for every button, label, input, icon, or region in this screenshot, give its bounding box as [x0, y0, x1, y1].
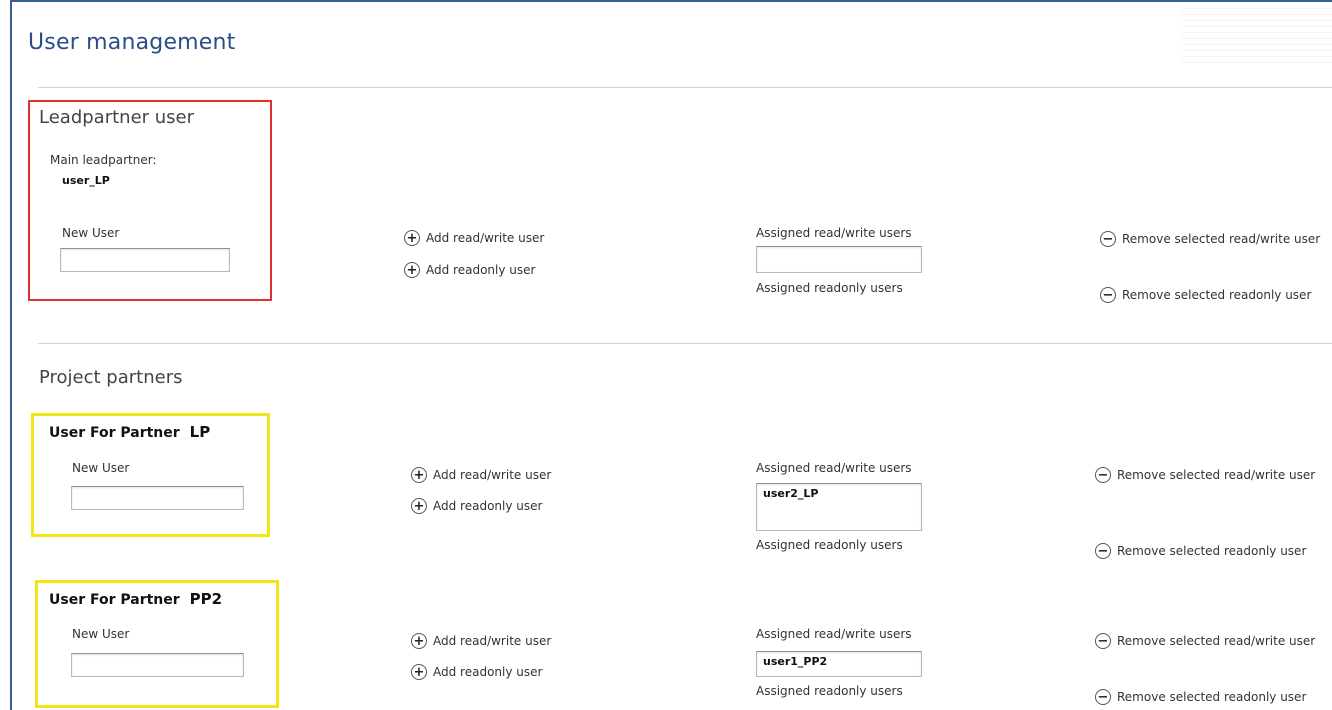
assigned-ro-label: Assigned readonly users [756, 281, 903, 295]
divider [38, 87, 1332, 88]
new-user-label: New User [72, 627, 130, 641]
leadpartner-section-title: Leadpartner user [39, 107, 195, 128]
add-rw-label: Add read/write user [433, 468, 552, 482]
remove-ro-label: Remove selected readonly user [1117, 690, 1307, 704]
main-leadpartner-label: Main leadpartner: [50, 153, 157, 167]
partner-lp-remove-rw-button[interactable]: − Remove selected read/write user [1095, 467, 1315, 483]
partner-pp2-add-ro-button[interactable]: + Add readonly user [411, 664, 542, 680]
remove-rw-label: Remove selected read/write user [1122, 232, 1321, 246]
minus-circle-icon: − [1095, 467, 1111, 483]
assigned-rw-label: Assigned read/write users [756, 226, 912, 240]
partner-pp2-new-user-input[interactable] [71, 653, 244, 677]
minus-circle-icon: − [1095, 543, 1111, 559]
partner-code: PP2 [189, 590, 223, 608]
plus-circle-icon: + [411, 498, 427, 514]
partner-heading-label: User For Partner [49, 425, 180, 441]
plus-circle-icon: + [404, 262, 420, 278]
add-ro-label: Add readonly user [433, 499, 543, 513]
list-item[interactable]: user1_PP2 [763, 655, 921, 668]
remove-rw-label: Remove selected read/write user [1117, 634, 1316, 648]
partner-lp-add-rw-button[interactable]: + Add read/write user [411, 467, 551, 483]
assigned-rw-label: Assigned read/write users [756, 627, 912, 641]
partner-lp-assigned-rw-list[interactable]: user2_LP [756, 483, 922, 531]
leadpartner-new-user-input[interactable] [60, 248, 230, 272]
leadpartner-remove-ro-button[interactable]: − Remove selected readonly user [1100, 287, 1311, 303]
add-ro-label: Add readonly user [433, 665, 543, 679]
leadpartner-remove-rw-button[interactable]: − Remove selected read/write user [1100, 231, 1320, 247]
remove-ro-label: Remove selected readonly user [1122, 288, 1312, 302]
minus-circle-icon: − [1095, 689, 1111, 705]
assigned-ro-label: Assigned readonly users [756, 684, 903, 698]
partner-code: LP [189, 423, 211, 441]
partner-lp-new-user-input[interactable] [71, 486, 244, 510]
leadpartner-assigned-rw-list[interactable] [756, 246, 922, 273]
add-rw-label: Add read/write user [433, 634, 552, 648]
partner-pp2-remove-ro-button[interactable]: − Remove selected readonly user [1095, 689, 1306, 705]
partner-pp2-assigned-rw-list[interactable]: user1_PP2 [756, 651, 922, 677]
decorative-pattern [1182, 8, 1332, 68]
partner-heading: User For Partner PP2 [49, 590, 222, 608]
minus-circle-icon: − [1100, 287, 1116, 303]
plus-circle-icon: + [404, 230, 420, 246]
partner-lp-remove-ro-button[interactable]: − Remove selected readonly user [1095, 543, 1306, 559]
partner-heading-label: User For Partner [49, 592, 180, 608]
plus-circle-icon: + [411, 633, 427, 649]
partner-pp2-add-rw-button[interactable]: + Add read/write user [411, 633, 551, 649]
plus-circle-icon: + [411, 664, 427, 680]
divider [38, 343, 1332, 344]
minus-circle-icon: − [1100, 231, 1116, 247]
remove-rw-label: Remove selected read/write user [1117, 468, 1316, 482]
plus-circle-icon: + [411, 467, 427, 483]
assigned-ro-label: Assigned readonly users [756, 538, 903, 552]
partner-heading: User For Partner LP [49, 423, 210, 441]
leadpartner-add-ro-button[interactable]: + Add readonly user [404, 262, 535, 278]
remove-ro-label: Remove selected readonly user [1117, 544, 1307, 558]
main-leadpartner-user: user_LP [62, 174, 110, 187]
leadpartner-add-rw-button[interactable]: + Add read/write user [404, 230, 544, 246]
list-item[interactable]: user2_LP [763, 487, 921, 500]
add-ro-label: Add readonly user [426, 263, 536, 277]
minus-circle-icon: − [1095, 633, 1111, 649]
project-partners-section-title: Project partners [39, 367, 183, 388]
assigned-rw-label: Assigned read/write users [756, 461, 912, 475]
new-user-label: New User [72, 461, 130, 475]
page-title: User management [28, 30, 236, 55]
partner-pp2-remove-rw-button[interactable]: − Remove selected read/write user [1095, 633, 1315, 649]
partner-lp-add-ro-button[interactable]: + Add readonly user [411, 498, 542, 514]
new-user-label: New User [62, 226, 120, 240]
add-rw-label: Add read/write user [426, 231, 545, 245]
